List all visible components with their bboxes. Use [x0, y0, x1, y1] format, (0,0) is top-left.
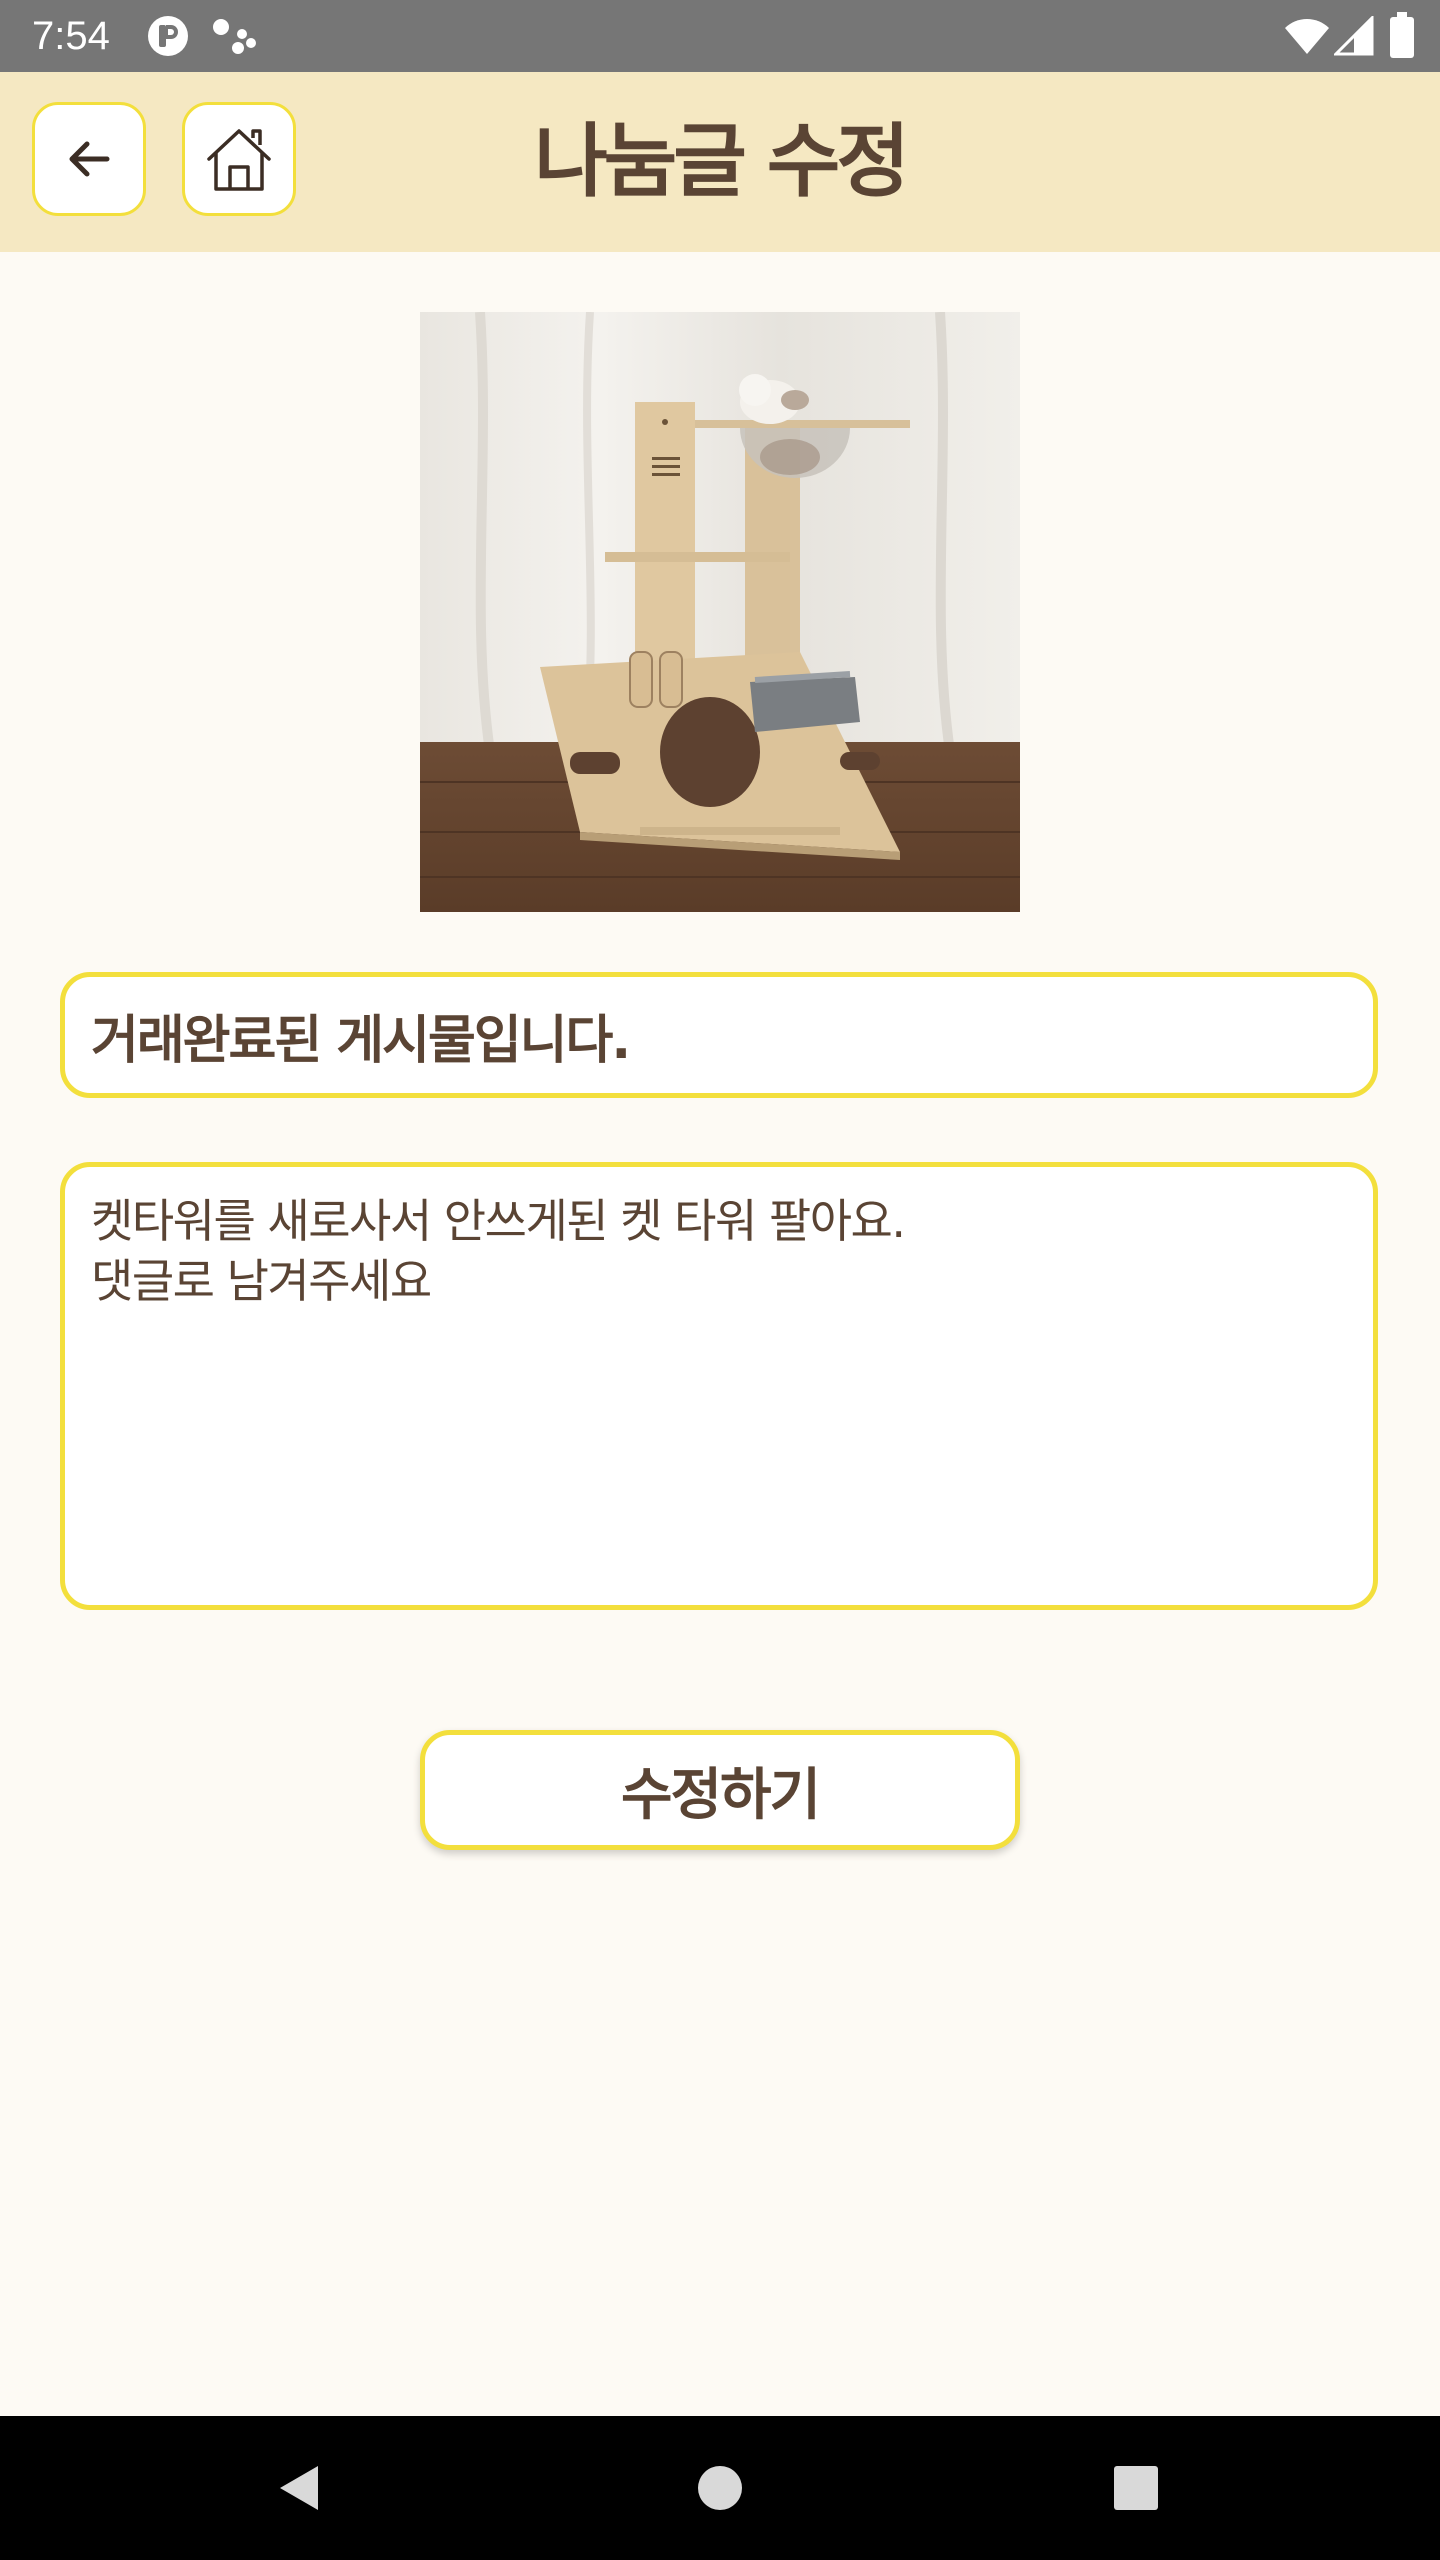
- cellular-signal-icon: [1334, 16, 1374, 56]
- system-nav-bar: [0, 2416, 1440, 2560]
- app-header: 나눔글 수정: [0, 72, 1440, 252]
- post-title-field[interactable]: [60, 972, 1378, 1098]
- nav-back-button[interactable]: [264, 2452, 336, 2524]
- nav-recents-button[interactable]: [1100, 2452, 1172, 2524]
- status-time: 7:54: [32, 14, 110, 58]
- nav-recents-icon: [1114, 2466, 1158, 2510]
- nav-home-button[interactable]: [684, 2452, 756, 2524]
- home-button[interactable]: [182, 102, 296, 216]
- status-bar: 7:54: [0, 0, 1440, 72]
- arrow-left-icon: [69, 141, 110, 177]
- cat-tower-photo: [420, 312, 1020, 912]
- post-title-input[interactable]: [91, 1005, 1347, 1065]
- post-content-field[interactable]: 켓타워를 새로사서 안쓰게된 켓 타워 팔아요. 댓글로 남겨주세요: [60, 1162, 1378, 1610]
- post-content-input[interactable]: 켓타워를 새로사서 안쓰게된 켓 타워 팔아요. 댓글로 남겨주세요: [91, 1191, 1347, 1581]
- assistant-dots-icon: [213, 19, 256, 54]
- submit-edit-button[interactable]: 수정하기: [420, 1730, 1020, 1850]
- nav-home-icon: [698, 2466, 742, 2510]
- page-title: 나눔글 수정: [534, 115, 910, 208]
- nav-back-icon: [280, 2466, 318, 2510]
- wifi-icon: [1285, 19, 1329, 54]
- home-icon: [207, 129, 271, 191]
- app-notification-icon: [148, 16, 188, 56]
- back-button[interactable]: [32, 102, 146, 216]
- post-photo[interactable]: [420, 312, 1020, 912]
- battery-icon: [1390, 12, 1414, 58]
